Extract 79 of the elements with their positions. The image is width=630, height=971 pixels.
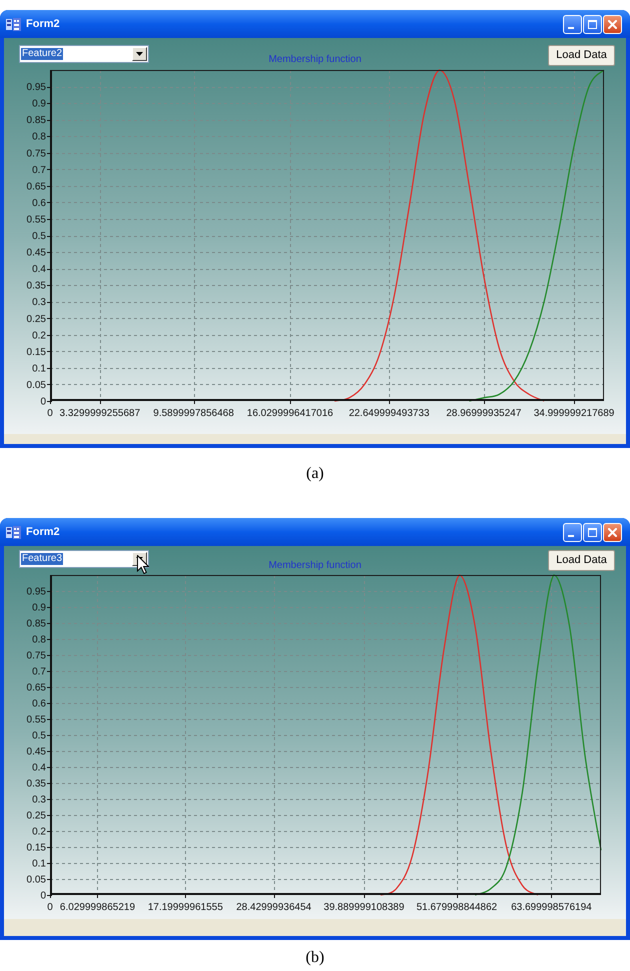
close-button[interactable]: [603, 15, 622, 34]
maximize-icon: [588, 528, 597, 537]
y-tick-label: 0.6: [32, 698, 46, 710]
y-tick-label: 0.05: [26, 874, 46, 886]
y-tick-label: 0.95: [26, 586, 46, 598]
x-tick-label: 3.3299999255687: [60, 408, 140, 419]
y-tick-label: 0.55: [26, 214, 46, 226]
close-icon: [608, 20, 617, 29]
minimize-button[interactable]: [563, 15, 582, 34]
y-tick-label: 0.9: [32, 602, 46, 614]
y-tick-label: 0.6: [32, 198, 46, 209]
app-icon: [6, 18, 21, 30]
x-tick-label: 17.19999961555: [148, 902, 223, 913]
close-button[interactable]: [603, 523, 622, 542]
dropdown-arrow-button[interactable]: [132, 47, 147, 61]
maximize-button[interactable]: [583, 523, 602, 542]
y-tick-label: 0.1: [32, 363, 46, 374]
y-tick-label: 0.05: [26, 380, 46, 391]
y-tick-label: 0.2: [32, 330, 46, 342]
y-tick-label: 0.7: [32, 666, 46, 678]
window-title: Form2: [26, 18, 60, 30]
y-tick-label: 0.4: [32, 264, 46, 276]
y-tick-label: 0.3: [32, 297, 46, 308]
y-tick-label: 0.35: [26, 280, 46, 292]
maximize-icon: [588, 20, 597, 29]
y-tick-label: 0.5: [32, 730, 46, 742]
x-tick-label: 22.649999493733: [348, 408, 430, 419]
y-tick-label: 0.35: [26, 778, 46, 790]
y-tick-label: 0.7: [32, 164, 46, 176]
x-tick-label: 34.999999217689: [534, 408, 614, 419]
y-tick-label: 0.25: [26, 810, 46, 822]
x-tick-label: 0: [47, 408, 53, 419]
minimize-button[interactable]: [563, 523, 582, 542]
y-tick-label: 0.55: [26, 714, 46, 726]
y-tick-label: 0.2: [32, 826, 46, 838]
x-tick-label: 0: [47, 902, 53, 913]
minimize-icon: [568, 27, 574, 29]
x-tick-label: 9.5899997856468: [153, 408, 234, 419]
figure-caption: (b): [306, 949, 324, 967]
y-tick-label: 0.5: [32, 231, 46, 242]
y-tick-label: 0.25: [26, 314, 46, 325]
close-icon: [608, 528, 617, 537]
y-tick-label: 0.95: [26, 82, 46, 94]
y-tick-label: 0.8: [32, 132, 46, 143]
caret-icon: [136, 52, 143, 56]
x-tick-label: 6.029999865219: [60, 902, 135, 913]
y-tick-label: 0.45: [26, 746, 46, 758]
window-title: Form2: [26, 526, 60, 538]
y-tick-label: 0.45: [26, 248, 46, 259]
y-tick-label: 0: [40, 396, 46, 408]
x-tick-label: 39.889999108389: [324, 902, 404, 913]
y-tick-label: 0.15: [26, 346, 46, 358]
x-tick-label: 63.699998576194: [511, 902, 592, 913]
x-tick-label: 28.96999935247: [446, 408, 522, 419]
y-tick-label: 0.75: [26, 148, 46, 160]
x-tick-label: 51.679998844862: [416, 902, 498, 913]
y-tick-label: 0.8: [32, 634, 46, 646]
load-data-button[interactable]: Load Data: [548, 550, 615, 571]
chart-title: Membership function: [268, 54, 362, 66]
minimize-icon: [568, 535, 574, 537]
y-tick-label: 0.1: [32, 858, 46, 870]
dropdown[interactable]: Feature2: [19, 45, 149, 63]
y-tick-label: 0: [40, 890, 46, 902]
maximize-button[interactable]: [583, 15, 602, 34]
y-tick-label: 0.65: [26, 682, 46, 694]
chart-title: Membership function: [268, 560, 362, 572]
x-tick-label: 28.42999936454: [236, 902, 312, 913]
x-tick-label: 16.0299996417016: [246, 408, 334, 419]
load-data-button[interactable]: Load Data: [548, 45, 615, 66]
y-tick-label: 0.75: [26, 650, 46, 662]
y-tick-label: 0.65: [26, 181, 46, 192]
y-tick-label: 0.3: [32, 794, 46, 806]
y-tick-label: 0.85: [26, 115, 46, 126]
y-tick-label: 0.9: [32, 98, 46, 110]
figure-caption: (a): [306, 465, 324, 483]
y-tick-label: 0.4: [32, 762, 46, 774]
y-tick-label: 0.85: [26, 618, 46, 630]
app-icon: [6, 526, 21, 538]
y-tick-label: 0.15: [26, 842, 46, 854]
